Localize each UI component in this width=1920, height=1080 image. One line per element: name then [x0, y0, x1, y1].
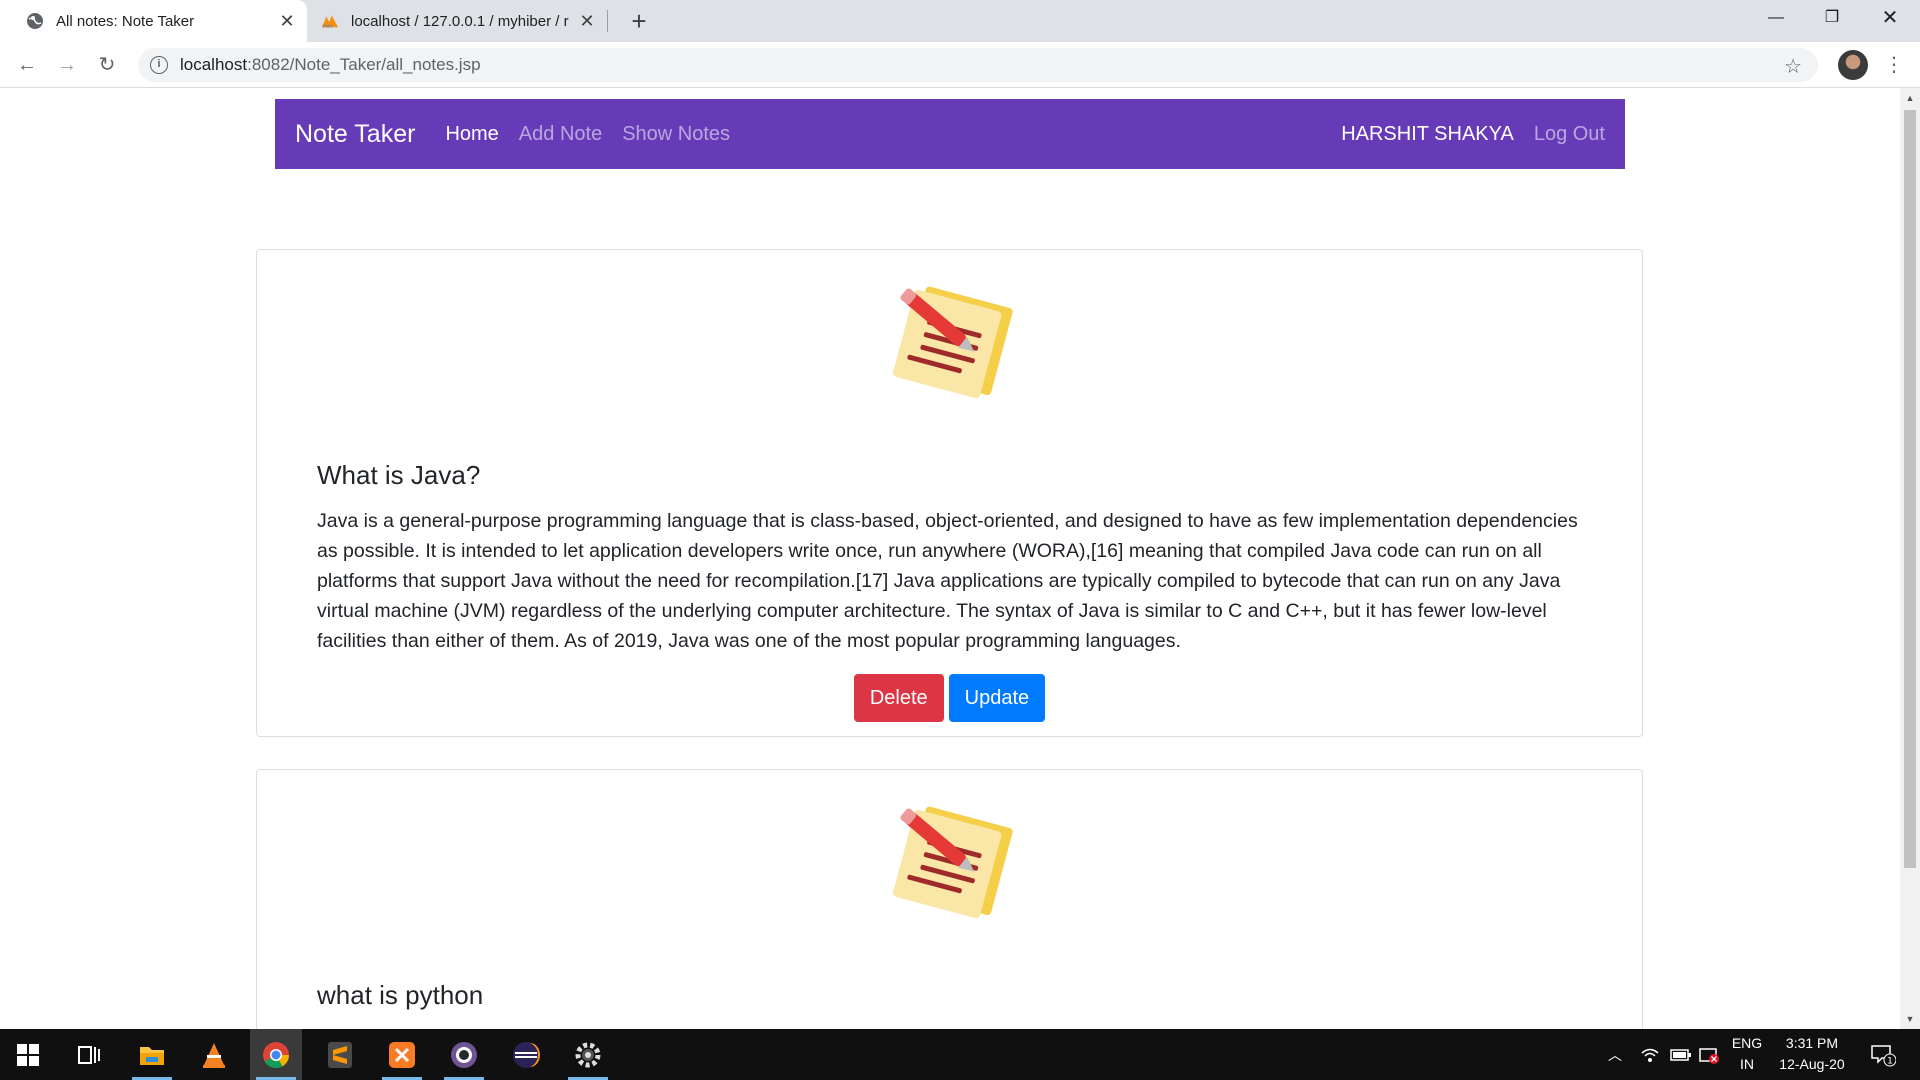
windows-taskbar: ︿ ENG IN 3:31 PM 12-Aug-20 1 [0, 1029, 1920, 1080]
svg-text:1: 1 [1887, 1056, 1893, 1066]
minimize-icon[interactable]: — [1748, 0, 1804, 36]
app-navbar: Note Taker Home Add Note Show Notes HARS… [275, 99, 1625, 169]
chrome-icon[interactable] [250, 1029, 302, 1080]
page-content: Note Taker Home Add Note Show Notes HARS… [0, 88, 1900, 1029]
note-actions: Delete Update [257, 674, 1642, 722]
note-pencil-icon [892, 286, 1013, 399]
nav-link-add-note[interactable]: Add Note [519, 123, 602, 146]
phpmyadmin-icon: PMA [321, 12, 339, 30]
globe-icon [26, 12, 44, 30]
battery-icon[interactable] [1670, 1029, 1692, 1080]
note-pencil-icon [892, 806, 1013, 919]
bookmark-star-icon[interactable]: ☆ [1784, 54, 1802, 79]
sublime-text-icon[interactable] [314, 1029, 366, 1080]
delete-button[interactable]: Delete [853, 674, 944, 722]
show-hidden-icons-chevron-icon[interactable]: ︿ [1608, 1029, 1622, 1080]
forward-arrow-icon[interactable]: → [52, 50, 82, 80]
note-content: Java is a general-purpose programming la… [317, 510, 1578, 652]
more-menu-icon[interactable]: ⋮ [1882, 50, 1906, 80]
restore-icon[interactable]: ❐ [1804, 0, 1860, 36]
wifi-icon[interactable] [1640, 1029, 1660, 1080]
browser-tab-strip: All notes: Note Taker ✕ PMA localhost / … [0, 0, 1920, 42]
note-title: What is Java? [317, 460, 481, 490]
windows-start-icon[interactable] [2, 1029, 54, 1080]
eclipse-icon[interactable] [500, 1029, 552, 1080]
vlc-icon[interactable] [188, 1029, 240, 1080]
reload-icon[interactable]: ↻ [92, 50, 122, 80]
close-tab-icon[interactable]: ✕ [275, 11, 299, 32]
system-clock[interactable]: 3:31 PM 12-Aug-20 [1768, 1033, 1856, 1075]
volume-muted-icon[interactable] [1698, 1029, 1720, 1080]
url-text: localhost:8082/Note_Taker/all_notes.jsp [180, 55, 481, 74]
tab-phpmyadmin[interactable]: PMA localhost / 127.0.0.1 / myhiber / r … [307, 0, 607, 42]
scroll-down-arrow-icon[interactable]: ▼ [1900, 1011, 1920, 1027]
logout-link[interactable]: Log Out [1534, 123, 1605, 146]
tab-title: localhost / 127.0.0.1 / myhiber / r [351, 12, 569, 30]
xampp-icon[interactable] [376, 1029, 428, 1080]
scroll-up-arrow-icon[interactable]: ▲ [1900, 90, 1920, 106]
navbar-brand[interactable]: Note Taker [295, 120, 415, 149]
update-button[interactable]: Update [948, 674, 1046, 722]
scrollbar-thumb[interactable] [1904, 110, 1916, 868]
nav-link-show-notes[interactable]: Show Notes [622, 123, 730, 146]
note-title: what is python [317, 980, 484, 1010]
note-card: what is python [256, 769, 1643, 1029]
back-arrow-icon[interactable]: ← [12, 50, 42, 80]
file-explorer-icon[interactable] [126, 1029, 178, 1080]
clock-time: 3:31 PM [1785, 1035, 1839, 1051]
close-tab-icon[interactable]: ✕ [575, 11, 599, 32]
tab-title: All notes: Note Taker [56, 12, 195, 30]
navbar-user-area: HARSHIT SHAKYA Log Out [1341, 123, 1605, 146]
browser-toolbar: ← → ↻ i localhost:8082/Note_Taker/all_no… [0, 42, 1920, 88]
tab-divider [607, 10, 608, 32]
address-bar[interactable]: i localhost:8082/Note_Taker/all_notes.js… [138, 48, 1818, 82]
nav-link-home[interactable]: Home [445, 123, 498, 146]
github-desktop-icon[interactable] [438, 1029, 490, 1080]
svg-text:PMA: PMA [323, 24, 334, 30]
clock-date: 12-Aug-20 [1779, 1056, 1845, 1072]
info-icon[interactable]: i [150, 56, 168, 74]
note-card: What is Java? Java is a general-purpose … [256, 249, 1643, 737]
settings-gear-icon[interactable] [562, 1029, 614, 1080]
profile-avatar[interactable] [1838, 50, 1868, 80]
action-center-icon[interactable]: 1 [1870, 1029, 1896, 1080]
user-name[interactable]: HARSHIT SHAKYA [1341, 123, 1514, 146]
input-language[interactable]: ENG IN [1722, 1033, 1772, 1075]
close-window-icon[interactable]: ✕ [1862, 0, 1918, 36]
task-view-icon[interactable] [63, 1029, 115, 1080]
tab-all-notes[interactable]: All notes: Note Taker ✕ [0, 0, 307, 42]
page-scrollbar[interactable]: ▲ ▼ [1900, 88, 1920, 1029]
new-tab-plus-icon[interactable]: + [624, 6, 654, 36]
